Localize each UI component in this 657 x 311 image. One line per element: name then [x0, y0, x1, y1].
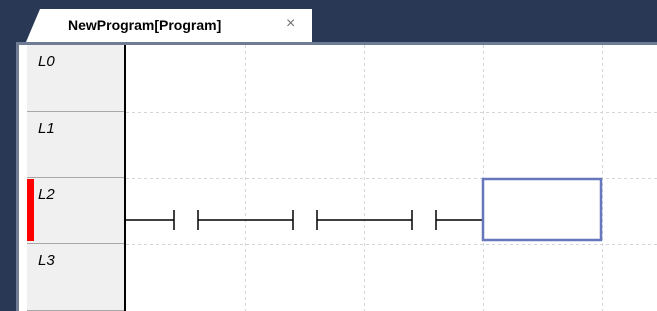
selection-marker	[27, 179, 34, 241]
tab-newprogram[interactable]: NewProgram[Program] ×	[26, 9, 312, 42]
gutter-row-l2[interactable]: L2	[27, 178, 124, 244]
contact-1[interactable]	[126, 210, 199, 230]
gutter-row-l1[interactable]: L1	[27, 112, 124, 178]
gutter-row-l3[interactable]: L3	[27, 244, 124, 311]
line-label: L2	[38, 186, 55, 203]
gutter-row-l0[interactable]: L0	[27, 45, 124, 112]
window-frame	[0, 42, 16, 311]
rung-l2	[126, 177, 603, 242]
line-label: L3	[38, 252, 55, 269]
contact-2[interactable]	[198, 210, 318, 230]
close-icon[interactable]: ×	[286, 15, 295, 33]
editor-border-left	[16, 42, 19, 311]
selection-box[interactable]	[481, 177, 603, 242]
line-gutter: L0 L1 L2 L3	[27, 45, 124, 311]
tab-title: NewProgram[Program]	[68, 17, 222, 33]
line-label: L0	[38, 53, 55, 70]
contact-3[interactable]	[317, 210, 437, 230]
line-label: L1	[38, 120, 55, 137]
